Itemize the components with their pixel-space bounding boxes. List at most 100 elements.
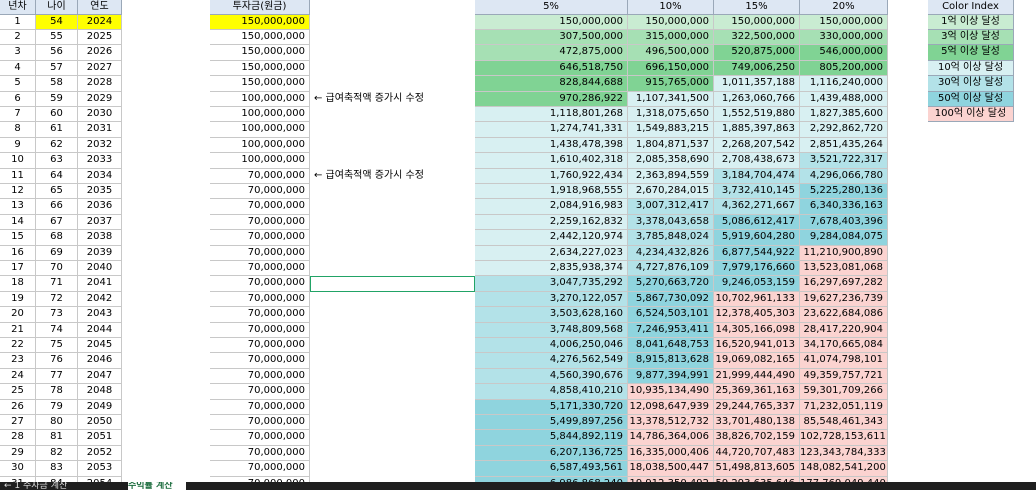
cell-year-index[interactable]: 3: [0, 45, 36, 61]
cell-value-rate-3[interactable]: 2,708,438,673: [714, 153, 800, 169]
cell-investment[interactable]: 70,000,000: [210, 168, 310, 184]
cell-year-index[interactable]: 16: [0, 245, 36, 261]
cell-value-rate-1[interactable]: 1,760,922,434: [475, 168, 628, 184]
cell-value-rate-1[interactable]: 3,748,809,568: [475, 322, 628, 338]
cell-value-rate-4[interactable]: 19,627,236,739: [800, 291, 888, 308]
cell-calendar-year[interactable]: 2039: [78, 245, 122, 261]
cell-year-index[interactable]: 5: [0, 76, 36, 92]
cell-value-rate-3[interactable]: 29,244,765,337: [714, 399, 800, 415]
cell-value-rate-3[interactable]: 6,877,544,922: [714, 245, 800, 261]
cell-investment[interactable]: 150,000,000: [210, 30, 310, 46]
cell-investment[interactable]: 70,000,000: [210, 322, 310, 338]
cell-investment[interactable]: 70,000,000: [210, 214, 310, 231]
cell-value-rate-1[interactable]: 150,000,000: [475, 14, 628, 30]
cell-age[interactable]: 57: [36, 60, 78, 77]
cell-value-rate-2[interactable]: 8,041,648,753: [628, 338, 714, 354]
cell-value-rate-2[interactable]: 2,363,894,559: [628, 168, 714, 184]
cell-year-index[interactable]: 1: [0, 14, 36, 30]
cell-value-rate-1[interactable]: 6,587,493,561: [475, 461, 628, 477]
cell-age[interactable]: 70: [36, 261, 78, 277]
sheet-tab-active[interactable]: 수익률 계산: [128, 482, 186, 490]
cell-value-rate-2[interactable]: 9,877,394,991: [628, 368, 714, 385]
cell-value-rate-4[interactable]: 330,000,000: [800, 30, 888, 46]
cell-value-rate-4[interactable]: 7,678,403,396: [800, 214, 888, 231]
cell-age[interactable]: 78: [36, 384, 78, 400]
cell-year-index[interactable]: 24: [0, 368, 36, 385]
cell-age[interactable]: 54: [36, 14, 78, 30]
cell-value-rate-4[interactable]: 13,523,081,068: [800, 261, 888, 277]
cell-value-rate-2[interactable]: 315,000,000: [628, 30, 714, 46]
cell-investment[interactable]: 150,000,000: [210, 14, 310, 30]
cell-age[interactable]: 77: [36, 368, 78, 385]
cell-investment[interactable]: 150,000,000: [210, 45, 310, 61]
cell-calendar-year[interactable]: 2032: [78, 137, 122, 154]
cell-value-rate-2[interactable]: 7,246,953,411: [628, 322, 714, 338]
cell-value-rate-3[interactable]: 322,500,000: [714, 30, 800, 46]
cell-value-rate-1[interactable]: 828,844,688: [475, 76, 628, 92]
cell-age[interactable]: 64: [36, 168, 78, 184]
cell-calendar-year[interactable]: 2053: [78, 461, 122, 477]
cell-value-rate-4[interactable]: 6,340,336,163: [800, 199, 888, 215]
cell-investment[interactable]: 70,000,000: [210, 261, 310, 277]
header-year-index[interactable]: 년차: [0, 0, 36, 15]
header-rate-3[interactable]: 15%: [714, 0, 800, 15]
header-rate-2[interactable]: 10%: [628, 0, 714, 15]
cell-calendar-year[interactable]: 2050: [78, 415, 122, 431]
cell-value-rate-1[interactable]: 4,560,390,676: [475, 368, 628, 385]
cell-value-rate-3[interactable]: 33,701,480,138: [714, 415, 800, 431]
cell-age[interactable]: 56: [36, 45, 78, 61]
cell-calendar-year[interactable]: 2044: [78, 322, 122, 338]
cell-calendar-year[interactable]: 2025: [78, 30, 122, 46]
cell-year-index[interactable]: 20: [0, 307, 36, 323]
cell-age[interactable]: 79: [36, 399, 78, 415]
cell-year-index[interactable]: 2: [0, 30, 36, 46]
cell-year-index[interactable]: 14: [0, 214, 36, 231]
legend-item[interactable]: 10억 이상 달성: [928, 60, 1014, 77]
cell-year-index[interactable]: 12: [0, 184, 36, 200]
header-investment[interactable]: 투자금(원금): [210, 0, 310, 15]
cell-value-rate-1[interactable]: 3,503,628,160: [475, 307, 628, 323]
cell-value-rate-2[interactable]: 5,270,663,720: [628, 276, 714, 292]
cell-age[interactable]: 73: [36, 307, 78, 323]
cell-value-rate-4[interactable]: 1,116,240,000: [800, 76, 888, 92]
cell-calendar-year[interactable]: 2038: [78, 230, 122, 246]
cell-calendar-year[interactable]: 2028: [78, 76, 122, 92]
cell-value-rate-4[interactable]: 1,827,385,600: [800, 107, 888, 123]
cell-year-index[interactable]: 30: [0, 461, 36, 477]
cell-value-rate-3[interactable]: 51,498,813,605: [714, 461, 800, 477]
cell-age[interactable]: 81: [36, 430, 78, 446]
cell-investment[interactable]: 70,000,000: [210, 368, 310, 385]
cell-value-rate-4[interactable]: 3,521,722,317: [800, 153, 888, 169]
cell-calendar-year[interactable]: 2049: [78, 399, 122, 415]
cell-value-rate-2[interactable]: 1,318,075,650: [628, 107, 714, 123]
cell-value-rate-1[interactable]: 3,047,735,292: [475, 276, 628, 292]
cell-calendar-year[interactable]: 2027: [78, 60, 122, 77]
cell-investment[interactable]: 70,000,000: [210, 384, 310, 400]
cell-value-rate-1[interactable]: 646,518,750: [475, 60, 628, 77]
header-calendar-year[interactable]: 연도: [78, 0, 122, 15]
cell-value-rate-2[interactable]: 13,378,512,732: [628, 415, 714, 431]
cell-year-index[interactable]: 22: [0, 338, 36, 354]
cell-value-rate-2[interactable]: 14,786,364,006: [628, 430, 714, 446]
cell-calendar-year[interactable]: 2024: [78, 14, 122, 30]
cell-age[interactable]: 66: [36, 199, 78, 215]
cell-value-rate-1[interactable]: 4,276,562,549: [475, 353, 628, 369]
cell-investment[interactable]: 70,000,000: [210, 184, 310, 200]
cell-value-rate-4[interactable]: 1,439,488,000: [800, 91, 888, 107]
cell-value-rate-4[interactable]: 59,301,709,266: [800, 384, 888, 400]
cell-value-rate-1[interactable]: 1,918,968,555: [475, 184, 628, 200]
cell-value-rate-2[interactable]: 8,915,813,628: [628, 353, 714, 369]
cell-age[interactable]: 67: [36, 214, 78, 231]
cell-calendar-year[interactable]: 2048: [78, 384, 122, 400]
cell-year-index[interactable]: 26: [0, 399, 36, 415]
cell-value-rate-4[interactable]: 805,200,000: [800, 60, 888, 77]
cell-calendar-year[interactable]: 2026: [78, 45, 122, 61]
cell-year-index[interactable]: 7: [0, 107, 36, 123]
cell-calendar-year[interactable]: 2051: [78, 430, 122, 446]
legend-item[interactable]: 3억 이상 달성: [928, 30, 1014, 46]
cell-value-rate-3[interactable]: 2,268,207,542: [714, 137, 800, 154]
cell-value-rate-3[interactable]: 1,263,060,766: [714, 91, 800, 107]
cell-value-rate-1[interactable]: 6,207,136,725: [475, 445, 628, 462]
cell-year-index[interactable]: 21: [0, 322, 36, 338]
cell-calendar-year[interactable]: 2031: [78, 122, 122, 138]
